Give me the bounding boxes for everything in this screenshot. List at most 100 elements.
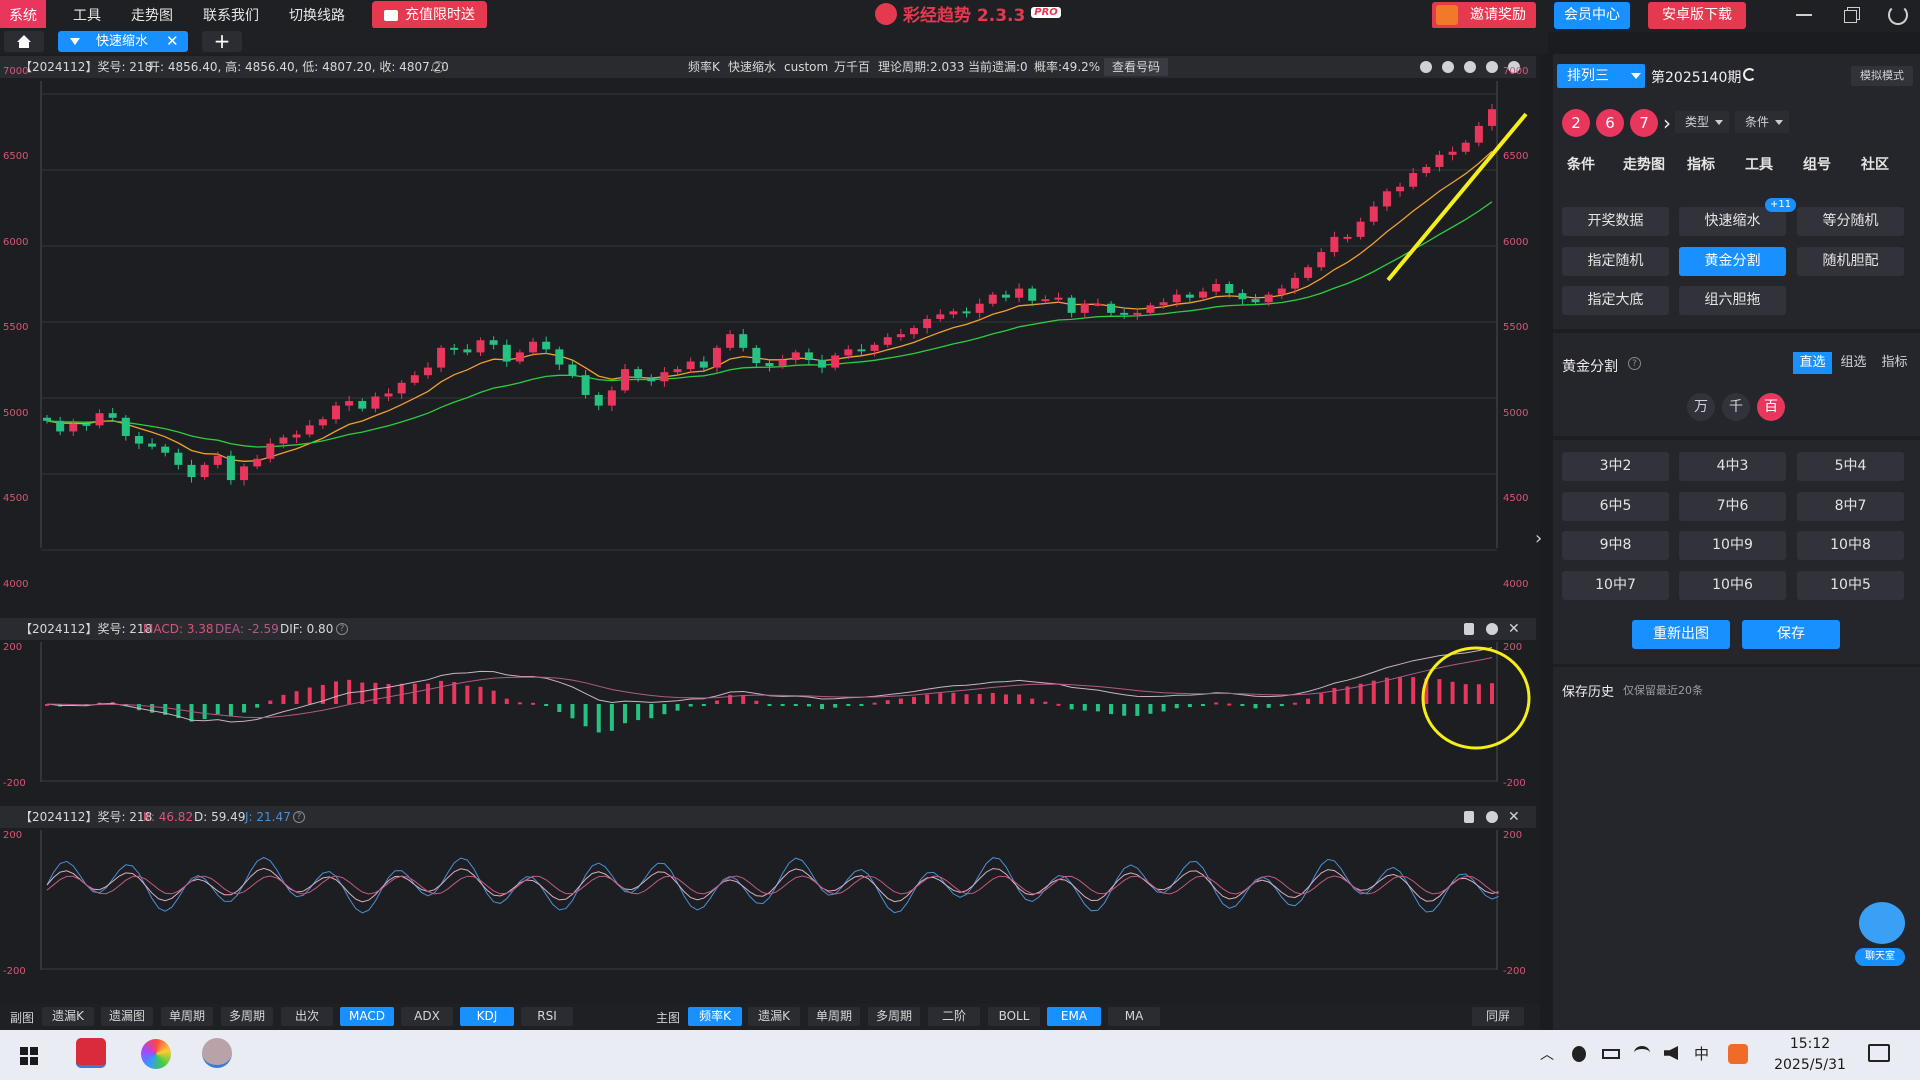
power-icon[interactable] xyxy=(1888,5,1908,25)
sub-btn-count[interactable]: 出次 xyxy=(281,1007,333,1026)
help-icon[interactable]: ? xyxy=(293,811,305,823)
combo-button[interactable]: 9中8 xyxy=(1562,531,1669,560)
tray-qq-icon[interactable] xyxy=(1572,1046,1586,1062)
mode-group[interactable]: 组选 xyxy=(1834,352,1873,374)
tab-quick-shrink[interactable]: 快速缩水 ✕ xyxy=(58,31,188,52)
sub-btn-kdj[interactable]: KDJ xyxy=(460,1007,514,1026)
chat-room-button[interactable]: 聊天室 xyxy=(1853,902,1911,970)
lottery-select[interactable]: 排列三 xyxy=(1557,64,1645,88)
main-btn-single-period[interactable]: 单周期 xyxy=(808,1007,860,1026)
redraw-button[interactable]: 重新出图 xyxy=(1632,620,1730,649)
nav-group-numbers[interactable]: 组号 xyxy=(1803,154,1831,174)
main-btn-boll[interactable]: BOLL xyxy=(988,1007,1040,1026)
main-btn-ma[interactable]: MA xyxy=(1108,1007,1160,1026)
home-tab[interactable] xyxy=(4,31,44,52)
restore-icon[interactable] xyxy=(1844,7,1860,23)
combo-button[interactable]: 5中4 xyxy=(1797,452,1904,481)
promo-recharge-button[interactable]: 充值限时送 xyxy=(372,1,487,29)
member-center-button[interactable]: 会员中心 xyxy=(1554,2,1630,29)
sub-btn-single-period[interactable]: 单周期 xyxy=(161,1007,213,1026)
nav-indicators[interactable]: 指标 xyxy=(1687,154,1715,174)
edit-icon[interactable] xyxy=(1420,61,1432,73)
nav-conditions[interactable]: 条件 xyxy=(1567,154,1595,174)
tool-golden-section[interactable]: 黄金分割 xyxy=(1679,247,1786,276)
mode-indicator[interactable]: 指标 xyxy=(1875,352,1914,374)
combo-button[interactable]: 10中8 xyxy=(1797,531,1904,560)
help-icon[interactable]: ? xyxy=(336,623,348,635)
axis-tick: 200 xyxy=(1503,830,1523,841)
clock[interactable]: 15:12 2025/5/31 xyxy=(1762,1034,1858,1076)
tray-sogou-icon[interactable] xyxy=(1728,1044,1748,1064)
nav-community[interactable]: 社区 xyxy=(1861,154,1889,174)
simulation-mode-button[interactable]: 模拟模式 xyxy=(1851,66,1913,86)
help-icon[interactable]: ? xyxy=(432,61,444,73)
combo-button[interactable]: 7中6 xyxy=(1679,492,1786,521)
close-icon[interactable]: ✕ xyxy=(166,31,179,52)
digit-hundred[interactable]: 百 xyxy=(1757,393,1785,421)
tool-equal-random[interactable]: 等分随机 xyxy=(1797,207,1904,236)
sub-btn-miss-chart[interactable]: 遗漏图 xyxy=(101,1007,153,1026)
minimize-icon[interactable] xyxy=(1796,14,1812,16)
close-icon[interactable]: ✕ xyxy=(1508,806,1520,828)
main-btn-ema[interactable]: EMA xyxy=(1047,1007,1101,1026)
combo-button[interactable]: 4中3 xyxy=(1679,452,1786,481)
refresh-icon[interactable] xyxy=(1743,68,1756,81)
eye-icon[interactable] xyxy=(1442,61,1454,73)
up-icon[interactable] xyxy=(1464,61,1476,73)
close-icon[interactable]: ✕ xyxy=(1508,618,1520,640)
tray-network-icon[interactable] xyxy=(1634,1046,1650,1060)
main-btn-frequency-k[interactable]: 频率K xyxy=(688,1007,742,1026)
notification-icon[interactable] xyxy=(1868,1044,1890,1062)
combo-button[interactable]: 10中5 xyxy=(1797,571,1904,600)
digit-thousand[interactable]: 千 xyxy=(1722,393,1750,421)
invite-reward-button[interactable]: 邀请奖励 xyxy=(1432,2,1536,29)
chevron-right-icon[interactable]: › xyxy=(1663,109,1671,137)
taskbar-app-caijing[interactable] xyxy=(76,1038,106,1068)
sub-btn-adx[interactable]: ADX xyxy=(401,1007,453,1026)
tray-chevron-up-icon[interactable]: ︿ xyxy=(1540,1044,1554,1064)
save-button[interactable]: 保存 xyxy=(1742,620,1840,649)
nav-tools[interactable]: 工具 xyxy=(1745,154,1773,174)
nav-trend-chart[interactable]: 走势图 xyxy=(1623,154,1665,174)
tray-ime-label[interactable]: 中 xyxy=(1694,1043,1709,1064)
type-dropdown[interactable]: 类型 xyxy=(1675,111,1729,133)
digit-ten-thousand[interactable]: 万 xyxy=(1687,393,1715,421)
condition-dropdown[interactable]: 条件 xyxy=(1735,111,1789,133)
sub-btn-miss-k[interactable]: 遗漏K xyxy=(42,1007,94,1026)
pin-icon[interactable] xyxy=(1464,811,1474,823)
windows-start-icon[interactable] xyxy=(20,1047,38,1065)
tool-random-banker[interactable]: 随机胆配 xyxy=(1797,247,1904,276)
taskbar-app-chat[interactable] xyxy=(202,1038,232,1068)
android-download-button[interactable]: 安卓版下载 xyxy=(1648,2,1746,29)
combo-button[interactable]: 3中2 xyxy=(1562,452,1669,481)
main-btn-miss-k[interactable]: 遗漏K xyxy=(748,1007,800,1026)
mode-direct[interactable]: 直选 xyxy=(1793,352,1832,374)
help-icon[interactable]: ? xyxy=(1628,357,1641,370)
sub-btn-multi-period[interactable]: 多周期 xyxy=(221,1007,273,1026)
tool-group-six-drag[interactable]: 组六胆拖 xyxy=(1679,286,1786,315)
tray-battery-icon[interactable] xyxy=(1602,1049,1620,1059)
combo-button[interactable]: 10中7 xyxy=(1562,571,1669,600)
down-icon[interactable] xyxy=(1486,61,1498,73)
settings-icon[interactable] xyxy=(1486,811,1498,823)
tool-specified-random[interactable]: 指定随机 xyxy=(1562,247,1669,276)
expand-panel-chevron-icon[interactable]: › xyxy=(1535,530,1545,548)
combo-button[interactable]: 6中5 xyxy=(1562,492,1669,521)
sub-btn-rsi[interactable]: RSI xyxy=(521,1007,573,1026)
taskbar-app-browser[interactable] xyxy=(141,1039,171,1069)
pin-icon[interactable] xyxy=(1464,623,1474,635)
combo-button[interactable]: 8中7 xyxy=(1797,492,1904,521)
tray-volume-icon[interactable] xyxy=(1664,1046,1678,1060)
main-btn-second-order[interactable]: 二阶 xyxy=(928,1007,980,1026)
combo-button[interactable]: 10中6 xyxy=(1679,571,1786,600)
tool-draw-data[interactable]: 开奖数据 xyxy=(1562,207,1669,236)
candle-body xyxy=(463,349,472,353)
combo-button[interactable]: 10中9 xyxy=(1679,531,1786,560)
view-numbers-button[interactable]: 查看号码 xyxy=(1104,58,1169,76)
add-tab-icon[interactable]: + xyxy=(202,31,242,52)
settings-icon[interactable] xyxy=(1486,623,1498,635)
same-screen-button[interactable]: 同屏 xyxy=(1472,1007,1524,1026)
tool-specified-base[interactable]: 指定大底 xyxy=(1562,286,1669,315)
sub-btn-macd[interactable]: MACD xyxy=(340,1007,394,1026)
main-btn-multi-period[interactable]: 多周期 xyxy=(868,1007,920,1026)
